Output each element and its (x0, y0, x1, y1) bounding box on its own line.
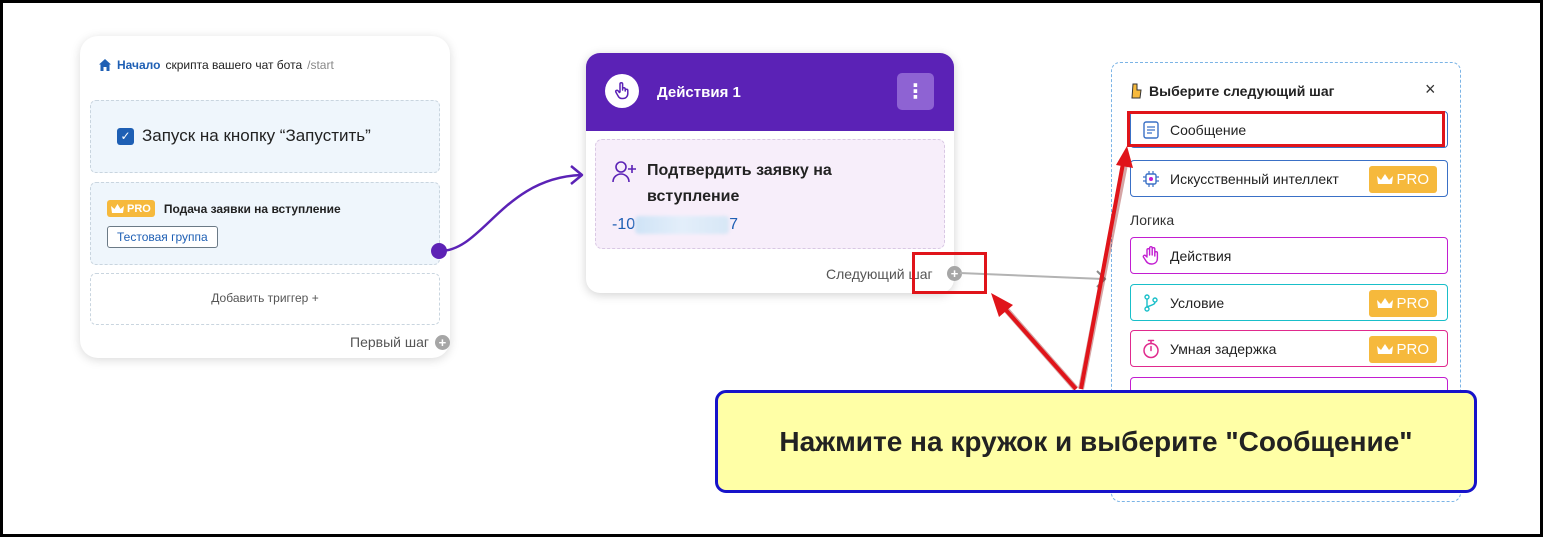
highlight-next-step-circle (912, 252, 987, 294)
pro-badge: PRO (1369, 290, 1437, 317)
add-trigger-button[interactable]: Добавить триггер + (90, 273, 440, 325)
annotation-arrow-next-step (991, 293, 1079, 391)
start-card[interactable]: Начало скрипта вашего чат бота /start ✓ … (80, 36, 450, 358)
crown-icon (1377, 298, 1394, 308)
option-ai[interactable]: Искусственный интеллект PRO (1130, 160, 1448, 197)
actions-card[interactable]: Действия 1 ⋮ Подтвердить заявку на вступ… (586, 53, 954, 293)
instruction-text: Нажмите на кружок и выберите "Сообщение" (779, 425, 1413, 457)
start-title-home: Начало (117, 58, 161, 72)
pro-badge: PRO (107, 200, 155, 217)
ai-chip-icon (1141, 169, 1161, 189)
option-condition[interactable]: Условие PRO (1130, 284, 1448, 321)
timer-icon (1141, 339, 1161, 359)
add-trigger-label: Добавить триггер + (211, 291, 319, 305)
start-to-actions-connector (439, 173, 582, 253)
check-icon[interactable]: ✓ (117, 127, 134, 145)
panel-title: Выберите следующий шаг (1130, 83, 1334, 99)
trigger-join-label: Подача заявки на вступление (163, 201, 341, 216)
pointer-finger-icon (1131, 83, 1142, 99)
branch-icon (1141, 293, 1161, 313)
connection-handle[interactable] (431, 243, 447, 259)
trigger-launch-label: Запуск на кнопку “Запустить” (142, 126, 371, 145)
highlight-message-option (1127, 111, 1445, 147)
actions-card-title: Действия 1 (657, 84, 741, 101)
home-icon (99, 59, 111, 71)
instruction-callout: Нажмите на кружок и выберите "Сообщение" (715, 390, 1477, 493)
more-vertical-icon[interactable]: ⋮ (897, 73, 934, 110)
hand-icon (1141, 245, 1161, 266)
blurred-id-mask (635, 216, 730, 234)
test-group-button[interactable]: Тестовая группа (107, 226, 218, 248)
connector-arrowhead (1096, 270, 1107, 288)
pro-badge: PRO (1369, 336, 1437, 363)
first-step-label: Первый шаг (350, 334, 429, 350)
logic-section-label: Логика (1130, 212, 1175, 228)
start-title-rest: скрипта вашего чат бота (165, 58, 303, 72)
option-smart-delay[interactable]: Умная задержка PRO (1130, 330, 1448, 367)
crown-icon (111, 203, 124, 213)
crown-icon (1377, 174, 1394, 184)
flow-canvas[interactable]: Начало скрипта вашего чат бота /start ✓ … (3, 3, 1540, 534)
trigger-launch-button[interactable]: ✓ Запуск на кнопку “Запустить” (90, 100, 440, 173)
trigger-join-request[interactable]: PRO Подача заявки на вступление Тестовая… (90, 182, 440, 265)
hand-pointer-icon (605, 74, 639, 108)
connector-arrowhead (570, 165, 584, 185)
start-title-command: /start (307, 58, 334, 72)
close-icon[interactable]: × (1425, 79, 1436, 100)
first-step-button[interactable]: Первый шаг + (350, 334, 450, 350)
crown-icon (1377, 344, 1394, 354)
chat-id: -10 7 (612, 216, 739, 234)
confirm-join-title: Подтвердить заявку на вступление (647, 162, 832, 205)
start-card-title: Начало скрипта вашего чат бота /start (98, 58, 334, 72)
user-plus-icon (612, 161, 636, 183)
option-actions[interactable]: Действия (1130, 237, 1448, 274)
plus-circle-icon[interactable]: + (434, 334, 450, 350)
pro-badge: PRO (1369, 166, 1437, 193)
actions-card-header: Действия 1 ⋮ (586, 53, 954, 131)
confirm-join-action[interactable]: Подтвердить заявку на вступление -10 7 (595, 139, 945, 249)
